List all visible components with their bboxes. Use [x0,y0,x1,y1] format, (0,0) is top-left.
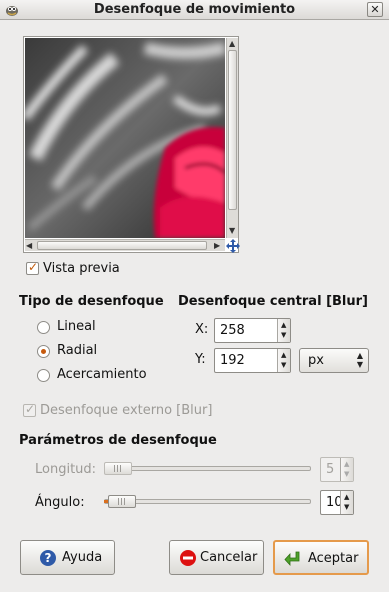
scroll-down-icon[interactable]: ▼ [229,226,235,236]
scroll-left-icon[interactable]: ◀ [26,241,32,251]
chevron-updown-icon: ▲ ▼ [356,351,363,369]
radio-acercamiento-label: Acercamiento [57,367,147,382]
spin-up-icon[interactable]: ▲ [344,460,349,468]
ok-button[interactable]: Aceptar [273,540,369,575]
blur-type-heading: Tipo de desenfoque [19,294,164,309]
vertical-scroll-thumb[interactable] [228,50,237,210]
help-question-icon: ? [40,550,56,566]
ok-button-label: Aceptar [308,551,359,566]
vista-previa-label: Vista previa [43,261,120,276]
length-label: Longitud: [35,462,97,477]
preview-area[interactable]: ▲ ▼ ◀ ▶ [23,36,239,253]
unit-select[interactable]: px ▲ ▼ [299,348,369,373]
y-spinner-buttons[interactable]: ▲ ▼ [277,349,290,372]
radio-acercamiento[interactable] [37,369,50,382]
angle-label: Ángulo: [35,495,85,510]
grip-icon [118,498,126,505]
cancel-no-entry-icon [180,550,196,566]
navigate-move-icon[interactable] [225,238,241,254]
x-label: X: [195,322,209,337]
title-bar: Desenfoque de movimiento ✕ [0,0,389,20]
spin-up-icon[interactable]: ▲ [344,493,349,501]
radio-lineal[interactable] [37,321,50,334]
preview-vertical-scrollbar[interactable]: ▲ ▼ [226,38,238,238]
spin-down-icon[interactable]: ▼ [344,470,349,478]
length-slider-handle[interactable] [104,462,132,475]
length-value: 5 [326,462,335,477]
vista-previa-checkbox[interactable]: ✓ [26,260,39,275]
preview-horizontal-scrollbar[interactable]: ◀ ▶ [25,239,225,251]
cancel-button-label: Cancelar [200,550,258,565]
window-title: Desenfoque de movimiento [93,2,296,17]
x-spinner-buttons[interactable]: ▲ ▼ [277,319,290,342]
help-button-label: Ayuda [62,550,103,565]
length-spinner[interactable]: 5 ▲ ▼ [320,457,354,482]
center-heading: Desenfoque central [Blur] [178,294,368,309]
check-icon: ✓ [25,402,36,416]
radio-radial-label: Radial [57,343,98,358]
y-label: Y: [195,352,206,367]
svg-text:?: ? [45,551,52,565]
scroll-right-icon[interactable]: ▶ [214,241,220,251]
spin-up-icon[interactable]: ▲ [281,321,286,329]
preview-image-graphic [25,38,225,238]
x-spinner[interactable]: 258 ▲ ▼ [214,318,291,343]
length-spinner-buttons[interactable]: ▲ ▼ [340,458,353,481]
check-icon: ✓ [28,260,39,274]
radio-radial[interactable] [37,345,50,358]
scroll-up-icon[interactable]: ▲ [229,39,235,49]
x-value: 258 [220,323,245,338]
help-button[interactable]: ? Ayuda [20,540,115,575]
outer-blur-checkbox[interactable]: ✓ [23,402,36,417]
unit-value: px [308,353,324,368]
grip-icon [114,465,122,472]
params-heading: Parámetros de desenfoque [19,433,217,448]
horizontal-scroll-thumb[interactable] [37,241,207,250]
spin-down-icon[interactable]: ▼ [281,331,286,339]
angle-slider-handle[interactable] [108,495,136,508]
spin-up-icon[interactable]: ▲ [281,351,286,359]
length-slider-track[interactable] [104,466,311,471]
y-spinner[interactable]: 192 ▲ ▼ [214,348,291,373]
preview-image [25,38,225,238]
ok-green-arrow-icon [284,551,300,567]
close-icon: ✕ [370,3,380,16]
cancel-button[interactable]: Cancelar [169,540,264,575]
spin-down-icon[interactable]: ▼ [281,361,286,369]
y-value: 192 [220,353,245,368]
radio-lineal-label: Lineal [57,319,96,334]
spin-down-icon[interactable]: ▼ [344,503,349,511]
outer-blur-label: Desenfoque externo [Blur] [40,403,213,418]
close-window-button[interactable]: ✕ [367,2,383,17]
angle-spinner[interactable]: 10 ▲ ▼ [320,490,354,515]
angle-spinner-buttons[interactable]: ▲ ▼ [340,491,353,514]
